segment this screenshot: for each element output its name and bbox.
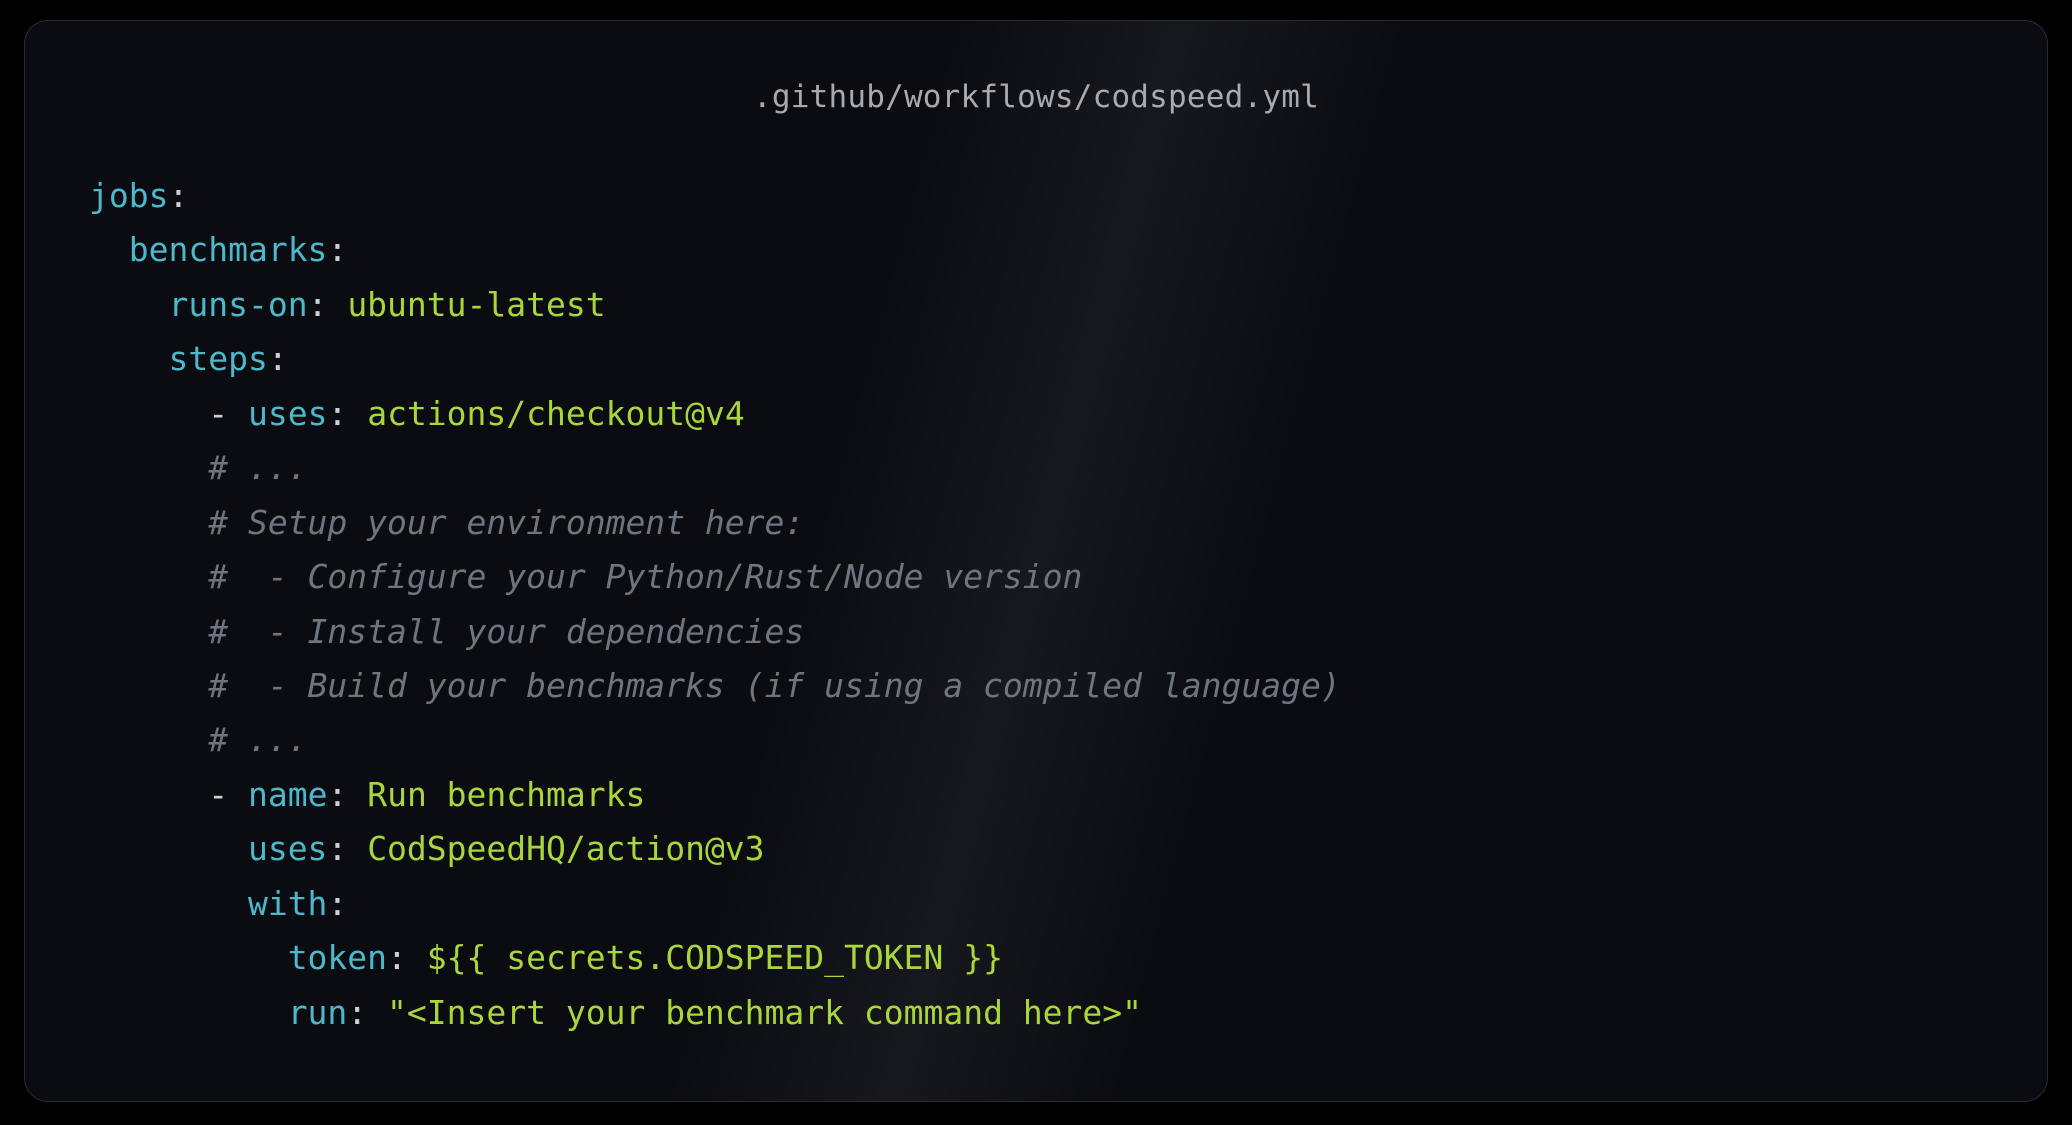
file-path: .github/workflows/codspeed.yml	[25, 79, 2047, 115]
yaml-key: token	[288, 938, 387, 977]
yaml-key: runs-on	[168, 285, 307, 324]
yaml-key: run	[288, 993, 348, 1032]
yaml-key: uses	[248, 394, 327, 433]
yaml-comment: # ...	[208, 720, 307, 759]
yaml-value: Run benchmarks	[367, 775, 645, 814]
yaml-comment: # Setup your environment here:	[208, 503, 804, 542]
yaml-key: jobs	[89, 176, 168, 215]
yaml-comment: # - Build your benchmarks (if using a co…	[208, 666, 1340, 705]
yaml-key: uses	[248, 829, 327, 868]
yaml-value: CodSpeedHQ/action@v3	[367, 829, 764, 868]
yaml-key: steps	[168, 339, 267, 378]
yaml-value: actions/checkout@v4	[367, 394, 745, 433]
code-snippet-card: .github/workflows/codspeed.yml jobs: ben…	[24, 20, 2048, 1102]
yaml-code-block: jobs: benchmarks: runs-on: ubuntu-latest…	[89, 169, 1341, 1040]
yaml-key: benchmarks	[129, 230, 328, 269]
yaml-comment: # ...	[208, 448, 307, 487]
yaml-comment: # - Configure your Python/Rust/Node vers…	[208, 557, 1082, 596]
yaml-value: ubuntu-latest	[347, 285, 605, 324]
yaml-comment: # - Install your dependencies	[208, 612, 804, 651]
yaml-value: ${{ secrets.CODSPEED_TOKEN }}	[427, 938, 1003, 977]
yaml-key: with	[248, 884, 327, 923]
yaml-key: name	[248, 775, 327, 814]
yaml-value: "<Insert your benchmark command here>"	[387, 993, 1142, 1032]
